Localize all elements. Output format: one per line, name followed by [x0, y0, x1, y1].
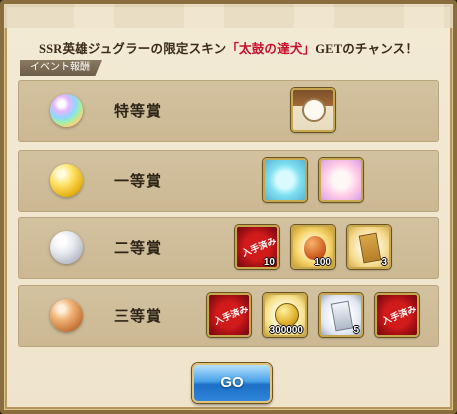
- hero-skin-icon[interactable]: [291, 88, 335, 132]
- obtained-stamp-icon[interactable]: 入手済み 10: [235, 225, 279, 269]
- stamp-text: 入手済み: [380, 304, 419, 328]
- stamp-text: 入手済み: [212, 304, 251, 328]
- prize-label: 特等賞: [114, 102, 163, 120]
- prize-row-second: 二等賞 入手済み 10 100 3: [18, 217, 439, 279]
- rainbow-orb-icon: [50, 94, 83, 127]
- event-headline: SSR英雄ジュグラーの限定スキン「太鼓の達犬」GETのチャンス！: [0, 38, 457, 57]
- headline-suffix: GETのチャンス！: [315, 42, 419, 56]
- obtained-stamp-icon[interactable]: 入手済み: [375, 293, 419, 337]
- section-tag: イベント報酬: [20, 60, 102, 76]
- top-decoration: [4, 4, 453, 28]
- silver-orb-icon: [50, 231, 83, 264]
- mystery-box-icon[interactable]: [319, 158, 363, 202]
- prize-row-first: 一等賞: [18, 150, 439, 212]
- silver-scroll-icon[interactable]: 5: [319, 293, 363, 337]
- prize-label: 二等賞: [114, 239, 163, 257]
- item-quantity: 3: [381, 257, 387, 268]
- prize-label: 一等賞: [114, 172, 163, 190]
- obtained-stamp-icon[interactable]: 入手済み: [207, 293, 251, 337]
- headline-text: SSR英雄ジュグラーの限定スキン: [38, 42, 227, 56]
- seed-icon[interactable]: 100: [291, 225, 335, 269]
- prize-label: 三等賞: [114, 307, 163, 325]
- headline-skin-name: 「太鼓の達犬」: [226, 42, 316, 56]
- item-quantity: 100: [314, 257, 331, 268]
- item-quantity: 5: [353, 325, 359, 336]
- prize-row-special: 特等賞: [18, 80, 439, 142]
- prize-row-third: 三等賞 入手済み 300000 5 入手済み: [18, 285, 439, 347]
- item-quantity: 10: [263, 257, 275, 268]
- bronze-orb-icon: [50, 299, 83, 332]
- gold-scroll-icon[interactable]: 3: [347, 225, 391, 269]
- gold-orb-icon: [50, 164, 83, 197]
- go-button[interactable]: GO: [192, 363, 272, 403]
- gold-coin-icon[interactable]: 300000: [263, 293, 307, 337]
- rune-icon[interactable]: [263, 158, 307, 202]
- item-quantity: 300000: [269, 325, 303, 336]
- stamp-text: 入手済み: [240, 236, 279, 260]
